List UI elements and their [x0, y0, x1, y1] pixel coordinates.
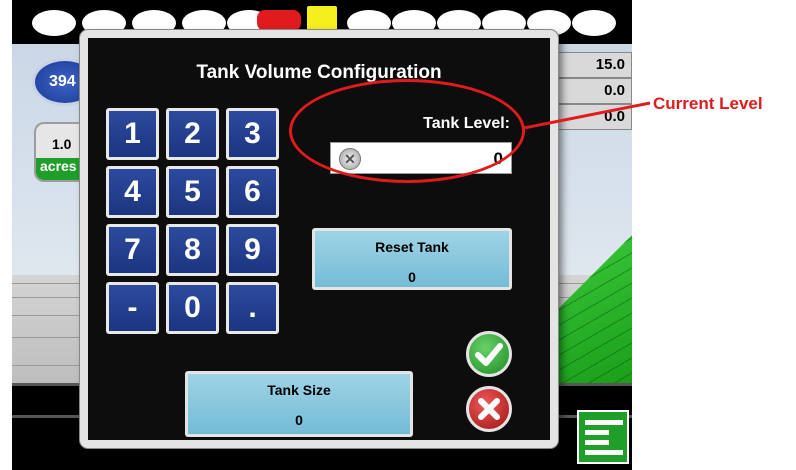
callout-arrow-line — [523, 101, 651, 130]
callout-label: Current Level — [653, 94, 763, 113]
